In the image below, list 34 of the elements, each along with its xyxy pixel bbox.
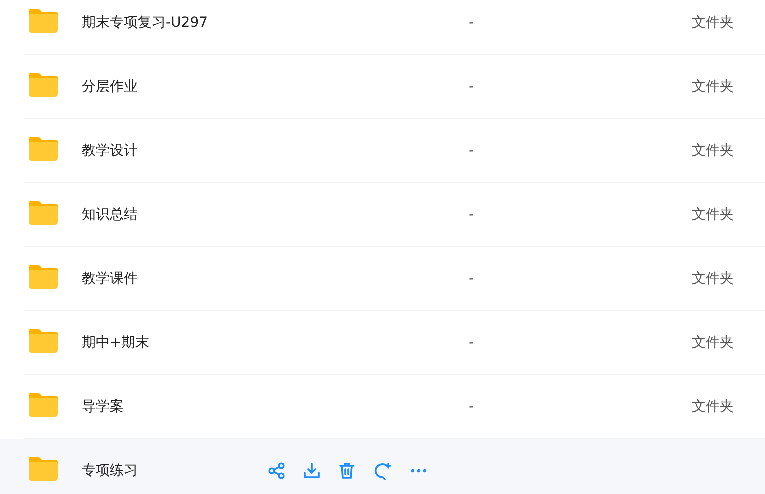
folder-icon (28, 328, 59, 354)
file-type: 文件夹 (692, 398, 734, 414)
file-type: 文件夹 (692, 142, 734, 158)
folder-name[interactable]: 知识总结 (82, 206, 268, 224)
folder-icon (28, 456, 59, 482)
folder-name[interactable]: 教学课件 (82, 270, 268, 288)
folder-icon (28, 264, 59, 290)
folder-name[interactable]: 期中+期末 (82, 334, 268, 352)
trash-icon[interactable] (338, 462, 356, 480)
folder-icon (28, 72, 59, 98)
download-icon[interactable] (303, 462, 321, 480)
folder-name[interactable]: 分层作业 (82, 78, 268, 96)
file-type: 文件夹 (692, 334, 734, 350)
file-type: 文件夹 (692, 14, 734, 30)
share-icon[interactable] (268, 462, 286, 480)
folder-name[interactable]: 导学案 (82, 398, 268, 416)
file-type: 文件夹 (692, 78, 734, 94)
file-size: - (469, 142, 474, 158)
file-size: - (469, 398, 474, 414)
file-size: - (469, 206, 474, 222)
comment-plus-icon[interactable] (373, 462, 393, 480)
folder-icon (28, 392, 59, 418)
file-size: - (469, 334, 474, 350)
file-type: 文件夹 (692, 270, 734, 286)
file-size: - (469, 78, 474, 94)
folder-icon (28, 136, 59, 162)
folder-name[interactable]: 期末专项复习-U297 (82, 14, 268, 32)
folder-icon (28, 8, 59, 34)
folder-name[interactable]: 专项练习 (82, 462, 268, 480)
file-size: - (469, 14, 474, 30)
file-type: 文件夹 (692, 206, 734, 222)
folder-icon (28, 200, 59, 226)
file-size: - (469, 270, 474, 286)
folder-name[interactable]: 教学设计 (82, 142, 268, 160)
